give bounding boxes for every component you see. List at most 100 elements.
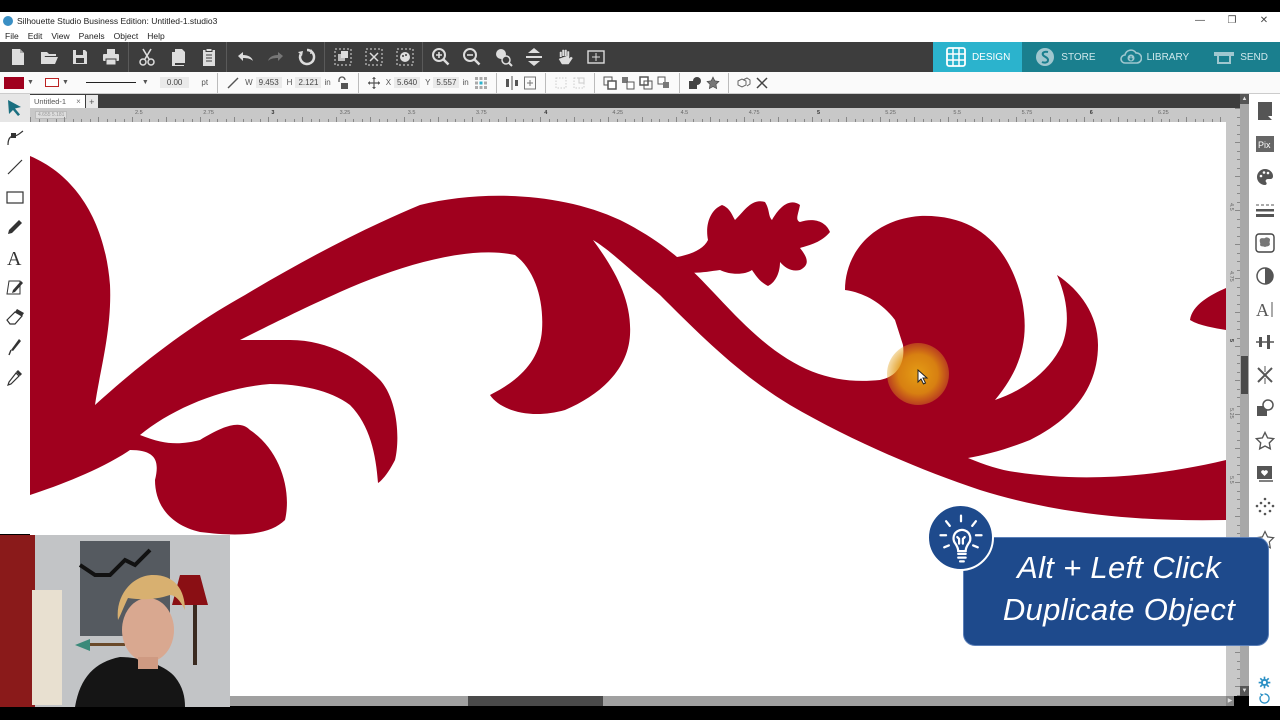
vertical-scroll-thumb[interactable] <box>1241 356 1248 394</box>
ungroup-disabled-button[interactable] <box>570 74 588 92</box>
line-style-sample[interactable] <box>85 82 136 83</box>
position-tool-button[interactable] <box>365 74 383 92</box>
menu-help[interactable]: Help <box>147 31 164 41</box>
tab-design[interactable]: DESIGN <box>932 42 1023 72</box>
line-tool[interactable] <box>0 152 30 182</box>
tab-library[interactable]: LIBRARY <box>1108 42 1202 72</box>
close-tab-icon[interactable]: × <box>76 97 81 106</box>
weld-button[interactable] <box>686 74 704 92</box>
settings-button[interactable] <box>1249 674 1280 690</box>
shortcut-tip-box: Alt + Left Click Duplicate Object <box>963 537 1269 646</box>
send-to-back-button[interactable] <box>655 74 673 92</box>
tab-send[interactable]: SEND <box>1201 42 1280 72</box>
scroll-up-arrow[interactable]: ▲ <box>1240 94 1249 104</box>
anchor-point-button[interactable] <box>472 74 490 92</box>
copy-button[interactable] <box>162 42 193 72</box>
zoom-in-button[interactable] <box>425 42 456 72</box>
print-button[interactable] <box>95 42 126 72</box>
group-disabled-button[interactable] <box>552 74 570 92</box>
open-button[interactable] <box>33 42 64 72</box>
trace-panel-button[interactable] <box>1249 226 1280 259</box>
menu-object[interactable]: Object <box>114 31 139 41</box>
rectangle-tool[interactable] <box>0 182 30 212</box>
scroll-right-arrow[interactable]: ▶ <box>1226 696 1234 706</box>
select-by-color-button[interactable] <box>389 42 420 72</box>
delete-button[interactable] <box>753 74 771 92</box>
select-tool[interactable] <box>0 94 30 122</box>
align-panel-button[interactable] <box>1249 325 1280 358</box>
sync-button[interactable] <box>1249 690 1280 706</box>
restore-button[interactable]: ❐ <box>1216 12 1248 29</box>
menu-panels[interactable]: Panels <box>79 31 105 41</box>
leaf-cluster[interactable] <box>672 201 830 286</box>
scroll-down-arrow[interactable]: ▼ <box>1240 686 1249 696</box>
line-color-dropdown[interactable]: ▼ <box>62 79 69 86</box>
page-setup-panel-button[interactable] <box>1249 94 1280 127</box>
3d-object-button[interactable] <box>735 74 753 92</box>
add-tab-button[interactable]: + <box>85 95 98 108</box>
height-field[interactable]: 2.121 <box>295 77 322 88</box>
ungroup-button[interactable] <box>358 42 389 72</box>
align-button[interactable] <box>503 74 521 92</box>
text-style-panel-button[interactable]: A <box>1249 292 1280 325</box>
bring-to-front-button[interactable] <box>601 74 619 92</box>
fill-color-swatch[interactable] <box>4 76 24 89</box>
menu-view[interactable]: View <box>51 31 69 41</box>
width-field[interactable]: 9.453 <box>255 77 282 88</box>
pencil-tool[interactable] <box>0 212 30 242</box>
knife-tool[interactable] <box>0 332 30 362</box>
zoom-out-button[interactable] <box>456 42 487 72</box>
horizontal-scrollbar[interactable]: ▶ <box>230 696 1234 706</box>
center-to-page-button[interactable] <box>521 74 539 92</box>
edit-points-tool[interactable] <box>0 122 30 152</box>
left-scroll[interactable] <box>30 156 1226 535</box>
undo-button[interactable] <box>229 42 260 72</box>
tab-store[interactable]: STORE <box>1022 42 1107 72</box>
menu-file[interactable]: File <box>5 31 19 41</box>
transparency-panel-button[interactable] <box>1249 259 1280 292</box>
sketch-tool[interactable] <box>0 272 30 302</box>
horizontal-scroll-thumb[interactable] <box>468 696 603 706</box>
x-field[interactable]: 5.640 <box>394 77 421 88</box>
pixscan-panel-button[interactable]: Pix <box>1249 127 1280 160</box>
close-button[interactable]: ✕ <box>1248 12 1280 29</box>
paste-button[interactable] <box>193 42 224 72</box>
fit-to-page-button[interactable] <box>518 42 549 72</box>
right-fragment[interactable] <box>1190 288 1226 330</box>
line-color-swatch[interactable] <box>44 78 59 87</box>
fill-panel-button[interactable] <box>1249 160 1280 193</box>
zoom-select-button[interactable] <box>487 42 518 72</box>
favorite-button[interactable] <box>704 74 722 92</box>
y-field[interactable]: 5.557 <box>433 77 460 88</box>
save-button[interactable] <box>64 42 95 72</box>
modify-panel-button[interactable] <box>1249 391 1280 424</box>
cursor-coordinates: 4.655 5.181 <box>35 111 68 119</box>
cut-button[interactable] <box>131 42 162 72</box>
favorites-panel-button[interactable] <box>1249 424 1280 457</box>
eraser-tool[interactable] <box>0 302 30 332</box>
scale-tool-button[interactable] <box>224 74 242 92</box>
line-style-dropdown[interactable]: ▼ <box>142 79 149 86</box>
group-button[interactable] <box>327 42 358 72</box>
redo-button[interactable] <box>260 42 291 72</box>
fill-color-dropdown[interactable]: ▼ <box>27 79 34 86</box>
line-width-field[interactable]: 0.00 <box>159 77 190 88</box>
bring-forward-button[interactable] <box>619 74 637 92</box>
rhinestone-panel-button[interactable] <box>1249 490 1280 523</box>
redraw-button[interactable] <box>291 42 322 72</box>
new-document-button[interactable] <box>2 42 33 72</box>
window-title: Silhouette Studio Business Edition: Unti… <box>17 15 218 26</box>
document-tab[interactable]: Untitled-1 × <box>30 95 85 108</box>
replicate-panel-button[interactable] <box>1249 358 1280 391</box>
flourish-design[interactable] <box>30 156 1226 535</box>
minimize-button[interactable]: — <box>1184 12 1216 29</box>
line-style-panel-button[interactable] <box>1249 193 1280 226</box>
lock-aspect-button[interactable] <box>334 74 352 92</box>
pan-button[interactable] <box>549 42 580 72</box>
send-backward-button[interactable] <box>637 74 655 92</box>
text-tool[interactable]: A <box>0 242 30 272</box>
eyedropper-tool[interactable] <box>0 362 30 392</box>
center-view-button[interactable] <box>580 42 611 72</box>
menu-edit[interactable]: Edit <box>28 31 43 41</box>
library-panel-button[interactable] <box>1249 457 1280 490</box>
